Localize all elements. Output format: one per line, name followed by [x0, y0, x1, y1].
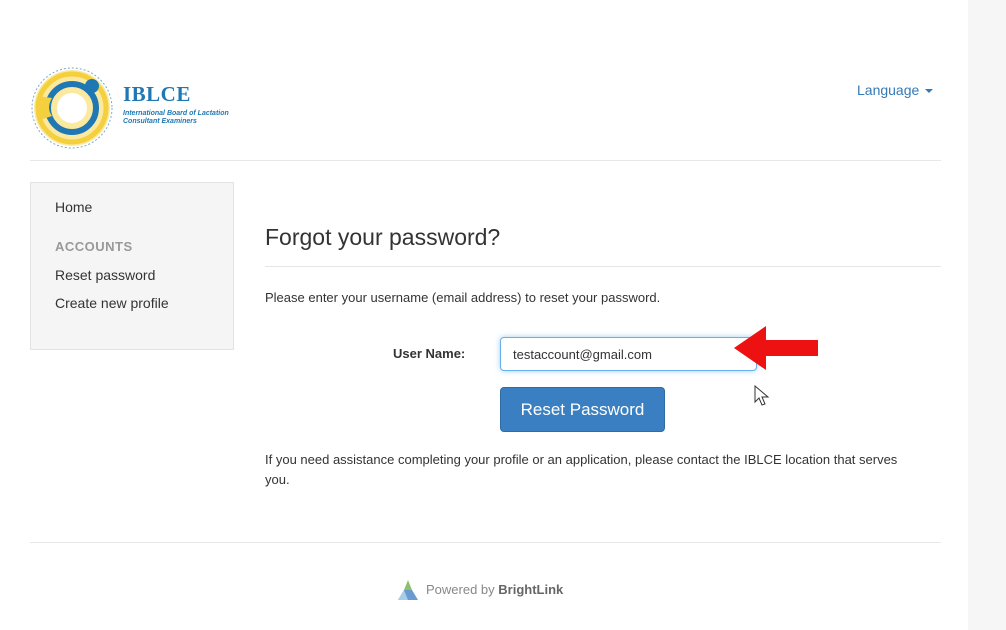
- title-divider: [265, 266, 941, 267]
- brightlink-logo-icon: [398, 580, 418, 600]
- language-label: Language: [857, 82, 920, 98]
- username-input[interactable]: [500, 337, 757, 371]
- brightlink-brand: BrightLink: [498, 582, 564, 597]
- iblce-logo[interactable]: IBLCE International Board of Lactation C…: [30, 66, 250, 150]
- logo-subtitle: International Board of Lactation Consult…: [123, 110, 229, 125]
- caret-down-icon: [925, 89, 934, 94]
- instruction-text: Please enter your username (email addres…: [265, 290, 661, 305]
- language-dropdown[interactable]: Language: [857, 82, 934, 98]
- sidebar-item-reset-password[interactable]: Reset password: [55, 267, 155, 283]
- header-divider: [30, 160, 941, 161]
- sidebar-item-create-new-profile[interactable]: Create new profile: [55, 295, 169, 311]
- page-title: Forgot your password?: [265, 224, 501, 250]
- powered-by-text: Powered by: [426, 582, 495, 597]
- logo-title: IBLCE: [123, 82, 191, 106]
- sidebar-section-accounts: ACCOUNTS: [55, 239, 133, 254]
- iblce-emblem-icon: [31, 67, 113, 149]
- username-label: User Name:: [393, 346, 466, 361]
- sidebar: Home ACCOUNTS Reset password Create new …: [30, 182, 234, 350]
- footer-divider: [30, 542, 941, 543]
- help-text: If you need assistance completing your p…: [265, 452, 898, 487]
- red-arrow-icon: [734, 326, 818, 370]
- sidebar-item-home[interactable]: Home: [55, 199, 92, 215]
- reset-password-button[interactable]: Reset Password: [500, 387, 665, 432]
- right-margin-strip: [968, 0, 1006, 630]
- mouse-cursor-icon: [754, 385, 770, 406]
